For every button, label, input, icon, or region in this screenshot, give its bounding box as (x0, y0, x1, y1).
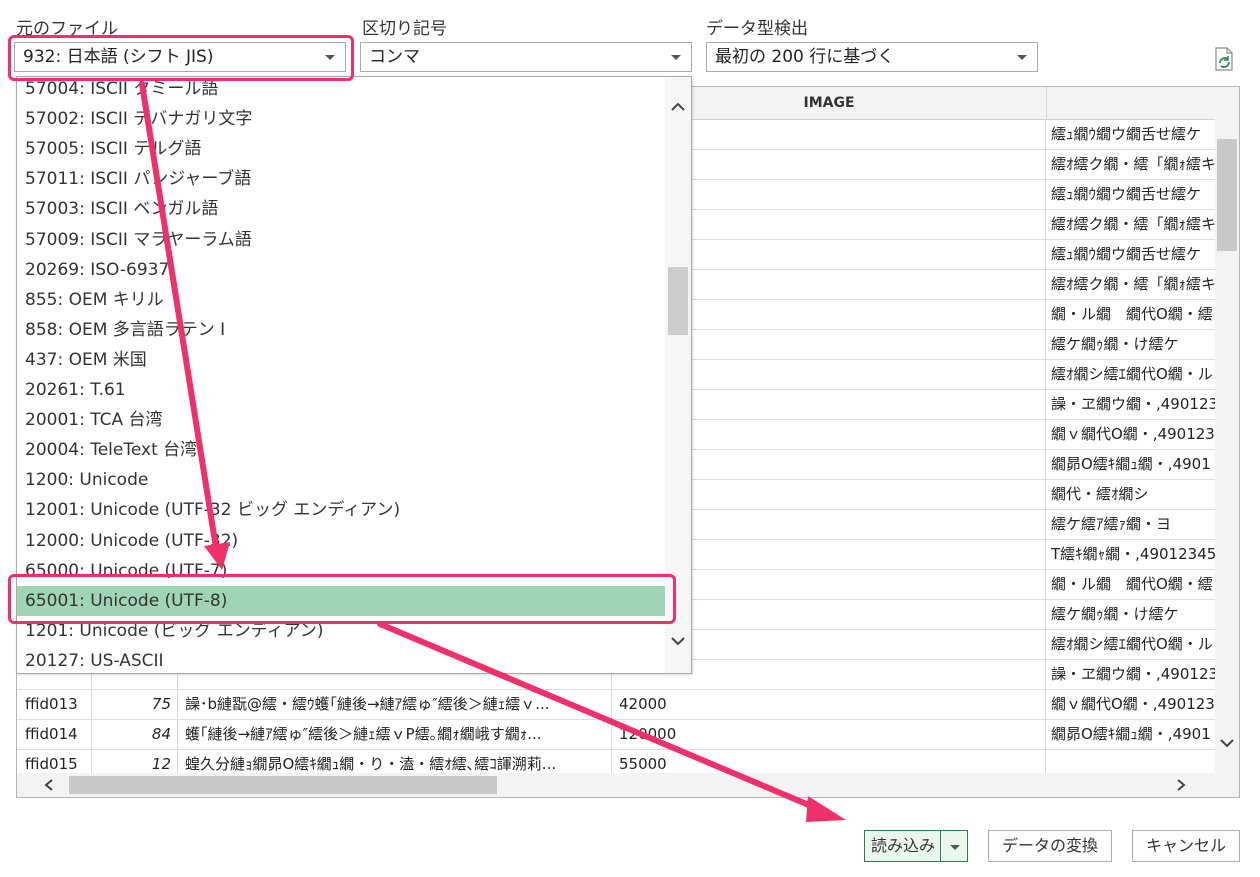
type-detection-combo[interactable]: 最初の 200 行に基づく (706, 42, 1038, 72)
table-row: ffid014 84 蠖｢縺後→縺ｱ繧ゅ″繧後＞縺ｪ繧ｖP繧｡繝ｫ繝峨す繝ｫ... 1… (17, 719, 1215, 749)
chevron-down-icon (950, 845, 960, 850)
table-cell-id: ffid014 (25, 725, 78, 743)
scroll-left-icon[interactable] (43, 778, 55, 792)
table-cell: 繧ｭ繝ｳ繝ウ繝舌せ繧ケ (1051, 245, 1202, 263)
scroll-up-icon[interactable] (670, 101, 686, 113)
table-cell: 繧ｵ繧ク繝・繧「繝ｫ繧キ (1051, 155, 1215, 173)
table-cell-id: ffid013 (25, 695, 78, 713)
encoding-option[interactable]: 57005: ISCII テルグ語 (17, 134, 665, 164)
table-cell: 繧ｵ繝シ繧ｴ繝代Ο繝・ル (1051, 365, 1213, 383)
table-cell-price: 42000 (619, 695, 667, 713)
table-cell: 繝昴O繧ｷ繝ｭ繝・,4901 (1051, 455, 1211, 473)
table-cell: 繝・ル繝 繝代Ο繝・繧 (1051, 305, 1213, 323)
encoding-option[interactable]: 437: OEM 米国 (17, 345, 665, 375)
table-cell: 繧ｭ繝ｳ繝ウ繝舌せ繧ケ (1051, 185, 1202, 203)
table-cell: 繝ｖ繝代Ο繝・,490123 (1051, 425, 1215, 443)
table-cell: 繝代・繧ｵ繝シ (1051, 485, 1149, 503)
encoding-option[interactable]: 57009: ISCII マラヤーラム語 (17, 225, 665, 255)
table-cell: 繧ｵ繝シ繧ｴ繝代Ο繝・ル (1051, 635, 1213, 653)
encoding-option[interactable]: 20261: T.61 (17, 375, 665, 405)
encoding-option[interactable]: 858: OEM 多言語ラテン I (17, 315, 665, 345)
table-cell-num: 75 (151, 695, 171, 713)
table-cell: 譟・ヱ繝ウ繝・,4901234 (1051, 395, 1215, 413)
table-cell: 繧ｭ繝ｳ繝ウ繝舌せ繧ケ (1051, 125, 1202, 143)
encoding-option[interactable]: 12000: Unicode (UTF-32) (17, 526, 665, 556)
encoding-option[interactable]: 20001: TCA 台湾 (17, 405, 665, 435)
encoding-option[interactable]: 57002: ISCII デバナガリ文字 (17, 104, 665, 134)
scroll-thumb[interactable] (1217, 139, 1237, 251)
encoding-option[interactable]: 57003: ISCII ベンガル語 (17, 194, 665, 224)
delimiter-combo-value: コンマ (369, 47, 420, 67)
load-options-dropdown[interactable] (940, 830, 968, 862)
encoding-option[interactable]: 855: OEM キリル (17, 285, 665, 315)
type-detection-label: データ型検出 (706, 19, 808, 39)
encoding-option[interactable]: 57011: ISCII パンジャーブ語 (17, 164, 665, 194)
encoding-option[interactable]: 20004: TeleText 台湾 (17, 435, 665, 465)
table-row: ffid013 75 譟･b縺翫@繧・繧ｳ蠖｢縺後→縺ｱ繧ゅ″繧後＞縺ｪ繧ｖ... 4… (17, 689, 1215, 719)
scroll-thumb[interactable] (69, 776, 497, 794)
table-cell: 繧ケ繧ｱ繧ｧ繝・ヨ (1051, 515, 1172, 533)
table-cell: 譟・ヱ繝ウ繝・,4901234 (1051, 665, 1215, 683)
grid-horizontal-scrollbar[interactable] (17, 773, 1239, 797)
type-detection-combo-value: 最初の 200 行に基づく (715, 47, 895, 67)
chevron-down-icon (671, 55, 681, 60)
refresh-icon[interactable] (1212, 46, 1236, 72)
cancel-button[interactable]: キャンセル (1132, 830, 1240, 862)
scroll-thumb[interactable] (668, 267, 688, 335)
table-cell: T繧ｷ繝ｬ繝・,49012345 (1051, 545, 1215, 563)
table-cell: 繧ｵ繧ク繝・繧「繝ｫ繧キ (1051, 275, 1215, 293)
utf8-option-highlight (8, 574, 676, 624)
table-cell-num: 84 (151, 725, 171, 743)
encoding-option[interactable]: 20269: ISO-6937 (17, 255, 665, 285)
table-cell: 繝・ル繝 繝代Ο繝・繧 (1051, 575, 1213, 593)
table-cell: 繧ケ繝ｩ繝・け繧ケ (1051, 605, 1179, 623)
table-cell: 繧ケ繝ｩ繝・け繧ケ (1051, 335, 1179, 353)
delimiter-label: 区切り記号 (362, 19, 447, 39)
transform-data-button[interactable]: データの変換 (988, 830, 1112, 862)
encoding-option[interactable]: 20127: US-ASCII (17, 646, 665, 673)
scroll-down-icon[interactable] (1219, 737, 1235, 749)
encoding-option[interactable]: 1200: Unicode (17, 465, 665, 495)
column-divider (1045, 119, 1046, 773)
scroll-down-icon[interactable] (670, 635, 686, 647)
grid-vertical-scrollbar[interactable] (1215, 87, 1239, 773)
table-cell-text: 譟･b縺翫@繧・繧ｳ蠖｢縺後→縺ｱ繧ゅ″繧後＞縺ｪ繧ｖ... (185, 695, 550, 713)
encoding-option[interactable]: 12001: Unicode (UTF-32 ビッグ エンディアン) (17, 495, 665, 525)
table-cell: 繧ｵ繧ク繝・繧「繝ｫ繧キ (1051, 215, 1215, 233)
table-cell-text: 蠖｢縺後→縺ｱ繧ゅ″繧後＞縺ｪ繧ｖP繧｡繝ｫ繝峨す繝ｫ... (185, 725, 542, 743)
scroll-right-icon[interactable] (1175, 778, 1187, 792)
arrow-head (806, 796, 846, 822)
chevron-down-icon (1017, 55, 1027, 60)
table-cell-price: 120000 (619, 725, 677, 743)
delimiter-combo[interactable]: コンマ (360, 42, 692, 72)
load-button[interactable]: 読み込み (864, 830, 942, 862)
encoding-combo-highlight (8, 35, 354, 81)
